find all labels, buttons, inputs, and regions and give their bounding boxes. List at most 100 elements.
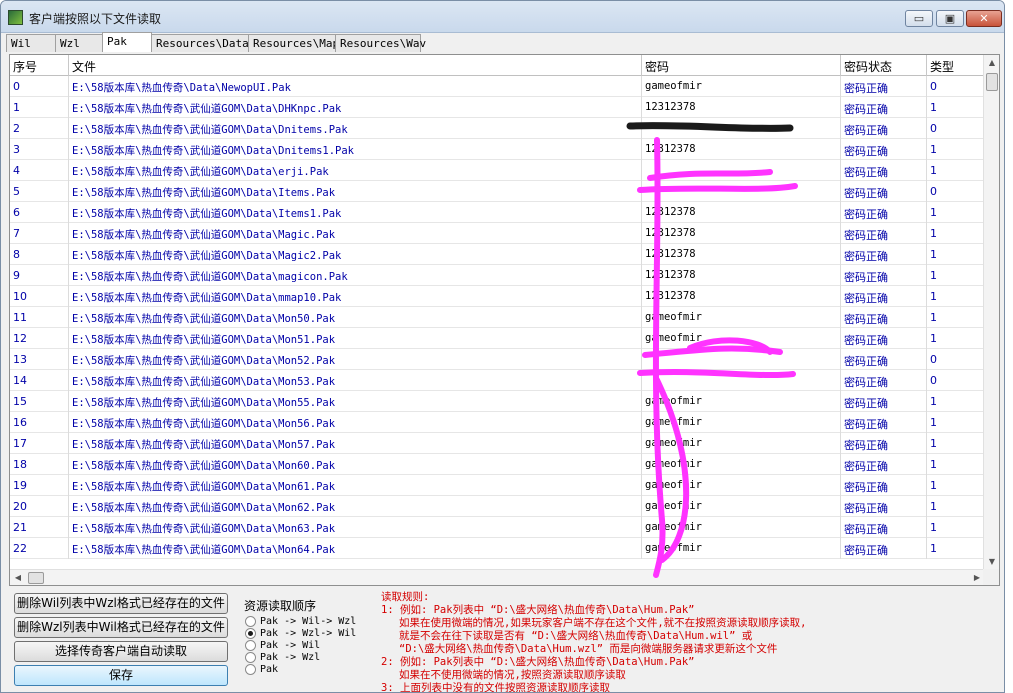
cell-index[interactable]: 18 — [10, 454, 69, 475]
cell-password[interactable]: 12312378 — [642, 244, 841, 265]
cell-index[interactable]: 0 — [10, 76, 69, 97]
title-bar[interactable]: 客户端按照以下文件读取 ▭ ▣ ✕ — [1, 1, 1004, 33]
cell-password-state[interactable]: 密码正确 — [841, 160, 927, 181]
delete-wzl-duplicates-button[interactable]: 删除Wzl列表中Wil格式已经存在的文件 — [14, 617, 228, 638]
table-row[interactable]: 0 E:\58版本库\热血传奇\Data\NewopUI.Pak gameofmir… — [10, 76, 985, 97]
pak-file-grid[interactable]: 序号 文件 密码 密码状态 类型 0 E:\58版本库\热血传奇\Data\New… — [9, 54, 1000, 586]
cell-password-state[interactable]: 密码正确 — [841, 349, 927, 370]
cell-file[interactable]: E:\58版本库\热血传奇\武仙道GOM\Data\Items1.Pak — [69, 202, 642, 223]
table-row[interactable]: 19 E:\58版本库\热血传奇\武仙道GOM\Data\Mon61.Pak gam… — [10, 475, 985, 496]
cell-file[interactable]: E:\58版本库\热血传奇\武仙道GOM\Data\Mon51.Pak — [69, 328, 642, 349]
table-row[interactable]: 16 E:\58版本库\热血传奇\武仙道GOM\Data\Mon56.Pak gam… — [10, 412, 985, 433]
cell-index[interactable]: 16 — [10, 412, 69, 433]
cell-type[interactable]: 1 — [927, 412, 985, 433]
cell-type[interactable]: 1 — [927, 307, 985, 328]
tab-pak[interactable]: Pak — [102, 32, 152, 52]
auto-read-client-button[interactable]: 选择传奇客户端自动读取 — [14, 641, 228, 662]
table-row[interactable]: 10 E:\58版本库\热血传奇\武仙道GOM\Data\mmap10.Pak 12… — [10, 286, 985, 307]
cell-type[interactable]: 0 — [927, 370, 985, 391]
cell-password[interactable]: gameofmir — [642, 76, 841, 97]
cell-type[interactable]: 1 — [927, 97, 985, 118]
save-button[interactable]: 保存 — [14, 665, 228, 686]
cell-file[interactable]: E:\58版本库\热血传奇\武仙道GOM\Data\magicon.Pak — [69, 265, 642, 286]
cell-file[interactable]: E:\58版本库\热血传奇\武仙道GOM\Data\DHKnpc.Pak — [69, 97, 642, 118]
cell-file[interactable]: E:\58版本库\热血传奇\武仙道GOM\Data\Mon63.Pak — [69, 517, 642, 538]
minimize-button[interactable]: ▭ — [905, 10, 933, 27]
radio-order-pak-wzl[interactable]: Pak -> Wzl — [245, 651, 320, 663]
cell-type[interactable]: 0 — [927, 118, 985, 139]
cell-password-state[interactable]: 密码正确 — [841, 286, 927, 307]
cell-password[interactable] — [642, 181, 841, 202]
tab-resources-map[interactable]: Resources\Map — [248, 34, 339, 52]
cell-type[interactable]: 1 — [927, 139, 985, 160]
cell-password-state[interactable]: 密码正确 — [841, 118, 927, 139]
cell-password[interactable]: gameofmir — [642, 433, 841, 454]
cell-type[interactable]: 1 — [927, 223, 985, 244]
cell-index[interactable]: 10 — [10, 286, 69, 307]
cell-password-state[interactable]: 密码正确 — [841, 433, 927, 454]
delete-wil-duplicates-button[interactable]: 删除Wil列表中Wzl格式已经存在的文件 — [14, 593, 228, 614]
table-row[interactable]: 22 E:\58版本库\热血传奇\武仙道GOM\Data\Mon64.Pak gam… — [10, 538, 985, 559]
cell-index[interactable]: 1 — [10, 97, 69, 118]
cell-file[interactable]: E:\58版本库\热血传奇\武仙道GOM\Data\Mon50.Pak — [69, 307, 642, 328]
cell-password-state[interactable]: 密码正确 — [841, 244, 927, 265]
cell-type[interactable]: 0 — [927, 349, 985, 370]
cell-password-state[interactable]: 密码正确 — [841, 202, 927, 223]
cell-type[interactable]: 1 — [927, 538, 985, 559]
table-row[interactable]: 9 E:\58版本库\热血传奇\武仙道GOM\Data\magicon.Pak 12… — [10, 265, 985, 286]
tab-wil[interactable]: Wil — [6, 34, 56, 52]
column-header-type[interactable]: 类型 — [927, 55, 985, 76]
radio-order-pak-wil[interactable]: Pak -> Wil — [245, 639, 320, 651]
cell-password-state[interactable]: 密码正确 — [841, 391, 927, 412]
cell-index[interactable]: 2 — [10, 118, 69, 139]
cell-password-state[interactable]: 密码正确 — [841, 412, 927, 433]
cell-password[interactable]: gameofmir — [642, 475, 841, 496]
cell-type[interactable]: 1 — [927, 433, 985, 454]
close-button[interactable]: ✕ — [966, 10, 1002, 27]
cell-type[interactable]: 1 — [927, 475, 985, 496]
radio-order-pak[interactable]: Pak — [245, 663, 278, 675]
cell-type[interactable]: 1 — [927, 328, 985, 349]
column-header-file[interactable]: 文件 — [69, 55, 642, 76]
cell-file[interactable]: E:\58版本库\热血传奇\武仙道GOM\Data\Mon61.Pak — [69, 475, 642, 496]
cell-type[interactable]: 0 — [927, 181, 985, 202]
cell-index[interactable]: 9 — [10, 265, 69, 286]
cell-password[interactable]: 12312378 — [642, 202, 841, 223]
cell-password-state[interactable]: 密码正确 — [841, 181, 927, 202]
table-row[interactable]: 4 E:\58版本库\热血传奇\武仙道GOM\Data\erji.Pak 密码正确 1 — [10, 160, 985, 181]
cell-password[interactable]: gameofmir — [642, 412, 841, 433]
cell-password-state[interactable]: 密码正确 — [841, 328, 927, 349]
maximize-button[interactable]: ▣ — [936, 10, 964, 27]
cell-index[interactable]: 6 — [10, 202, 69, 223]
cell-file[interactable]: E:\58版本库\热血传奇\武仙道GOM\Data\Mon56.Pak — [69, 412, 642, 433]
table-row[interactable]: 2 E:\58版本库\热血传奇\武仙道GOM\Data\Dnitems.Pak 密码… — [10, 118, 985, 139]
cell-file[interactable]: E:\58版本库\热血传奇\武仙道GOM\Data\Magic2.Pak — [69, 244, 642, 265]
cell-index[interactable]: 15 — [10, 391, 69, 412]
cell-file[interactable]: E:\58版本库\热血传奇\武仙道GOM\Data\Dnitems1.Pak — [69, 139, 642, 160]
cell-file[interactable]: E:\58版本库\热血传奇\武仙道GOM\Data\Mon64.Pak — [69, 538, 642, 559]
table-row[interactable]: 11 E:\58版本库\热血传奇\武仙道GOM\Data\Mon50.Pak gam… — [10, 307, 985, 328]
cell-password-state[interactable]: 密码正确 — [841, 517, 927, 538]
table-row[interactable]: 15 E:\58版本库\热血传奇\武仙道GOM\Data\Mon55.Pak gam… — [10, 391, 985, 412]
cell-index[interactable]: 20 — [10, 496, 69, 517]
radio-button-selected-icon[interactable] — [245, 627, 256, 639]
cell-password[interactable] — [642, 160, 841, 181]
cell-type[interactable]: 1 — [927, 454, 985, 475]
cell-file[interactable]: E:\58版本库\热血传奇\武仙道GOM\Data\Mon55.Pak — [69, 391, 642, 412]
cell-password[interactable]: gameofmir — [642, 454, 841, 475]
cell-index[interactable]: 4 — [10, 160, 69, 181]
column-header-index[interactable]: 序号 — [10, 55, 69, 76]
vertical-scroll-thumb[interactable] — [986, 73, 998, 91]
cell-file[interactable]: E:\58版本库\热血传奇\武仙道GOM\Data\Mon52.Pak — [69, 349, 642, 370]
cell-password[interactable]: gameofmir — [642, 391, 841, 412]
cell-index[interactable]: 12 — [10, 328, 69, 349]
cell-type[interactable]: 0 — [927, 76, 985, 97]
table-row[interactable]: 5 E:\58版本库\热血传奇\武仙道GOM\Data\Items.Pak 密码正确… — [10, 181, 985, 202]
cell-index[interactable]: 14 — [10, 370, 69, 391]
cell-password-state[interactable]: 密码正确 — [841, 139, 927, 160]
cell-index[interactable]: 22 — [10, 538, 69, 559]
cell-index[interactable]: 5 — [10, 181, 69, 202]
cell-file[interactable]: E:\58版本库\热血传奇\武仙道GOM\Data\mmap10.Pak — [69, 286, 642, 307]
column-header-password-state[interactable]: 密码状态 — [841, 55, 927, 76]
cell-file[interactable]: E:\58版本库\热血传奇\武仙道GOM\Data\Mon53.Pak — [69, 370, 642, 391]
